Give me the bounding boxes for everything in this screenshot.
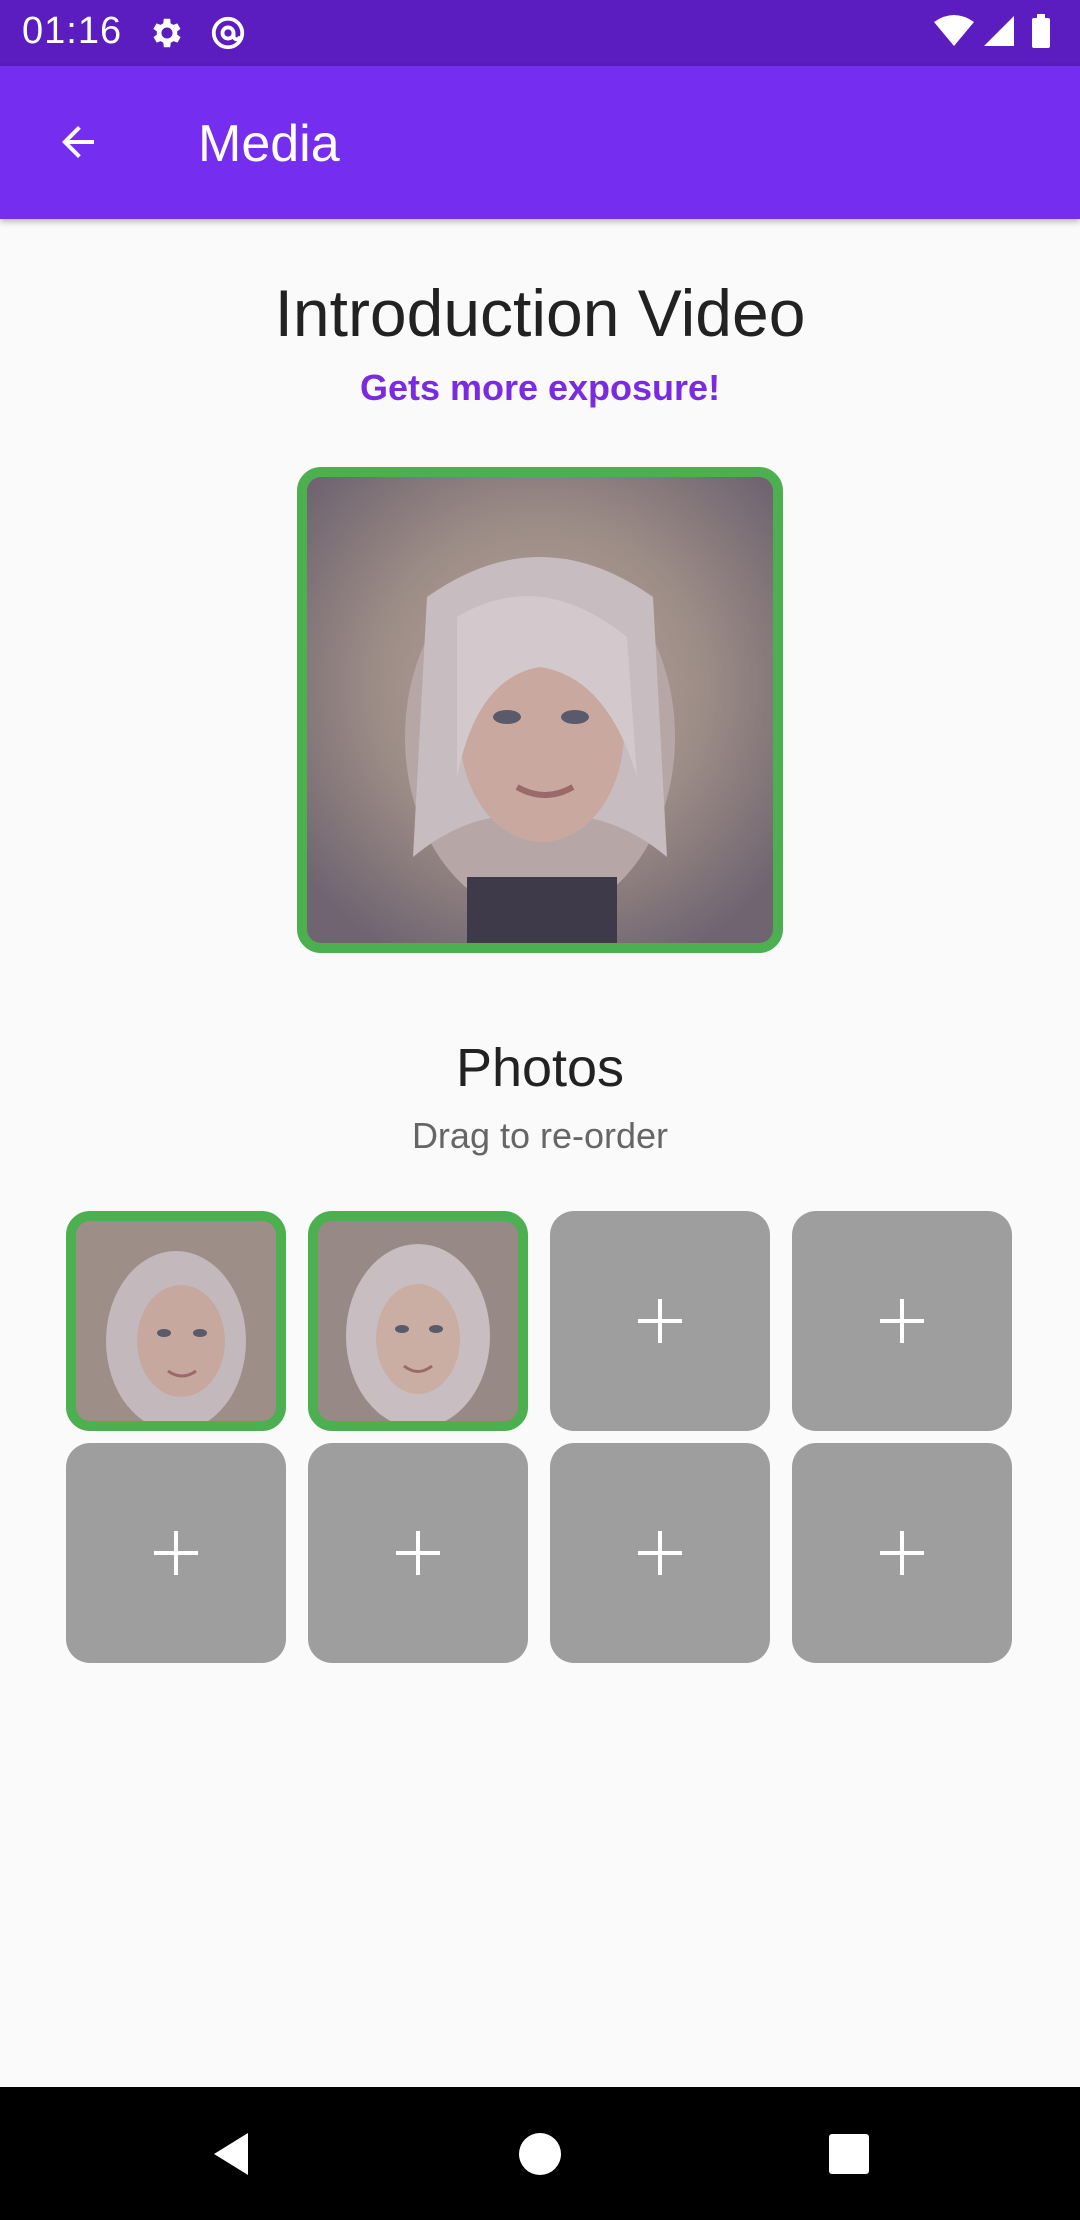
- add-photo-button[interactable]: [550, 1443, 770, 1663]
- intro-video-title: Introduction Video: [274, 276, 806, 350]
- app-bar: Media: [0, 66, 1080, 219]
- nav-recents-button[interactable]: [822, 2127, 876, 2181]
- arrow-back-icon: [62, 126, 94, 158]
- back-button[interactable]: [40, 104, 116, 180]
- signal-icon: [984, 16, 1014, 46]
- plus-icon: [880, 1531, 924, 1575]
- plus-icon: [638, 1299, 682, 1343]
- wifi-icon: [934, 15, 974, 46]
- add-photo-button[interactable]: [792, 1211, 1012, 1431]
- recents-square-icon: [829, 2134, 869, 2174]
- system-nav-bar: [0, 2087, 1080, 2220]
- gear-icon: [148, 14, 186, 52]
- status-bar: 01:16: [0, 0, 1080, 66]
- plus-icon: [638, 1531, 682, 1575]
- home-circle-icon: [519, 2133, 561, 2175]
- status-time: 01:16: [22, 10, 123, 52]
- photo-tile[interactable]: [308, 1211, 528, 1431]
- plus-icon: [154, 1531, 198, 1575]
- intro-video-subtitle: Gets more exposure!: [359, 367, 721, 408]
- at-sign-icon: [209, 14, 247, 52]
- photos-subtitle: Drag to re-order: [411, 1115, 669, 1156]
- status-indicators: [932, 12, 1062, 54]
- photo-grid: [66, 1211, 1014, 1667]
- plus-icon: [396, 1531, 440, 1575]
- page-title: Media: [198, 115, 340, 173]
- portrait-image: [318, 1221, 518, 1421]
- add-photo-button[interactable]: [792, 1443, 1012, 1663]
- photo-tile[interactable]: [66, 1211, 286, 1431]
- intro-video-thumbnail[interactable]: [297, 467, 783, 953]
- add-photo-button[interactable]: [308, 1443, 528, 1663]
- add-photo-button[interactable]: [550, 1211, 770, 1431]
- photos-title: Photos: [455, 1038, 625, 1098]
- nav-back-button[interactable]: [204, 2127, 258, 2181]
- portrait-image: [307, 477, 773, 943]
- battery-icon: [1032, 14, 1050, 48]
- back-triangle-icon: [214, 2133, 248, 2175]
- media-content: Introduction Video Gets more exposure! P…: [0, 219, 1080, 2087]
- add-photo-button[interactable]: [66, 1443, 286, 1663]
- portrait-image: [76, 1221, 276, 1421]
- plus-icon: [880, 1299, 924, 1343]
- nav-home-button[interactable]: [513, 2127, 567, 2181]
